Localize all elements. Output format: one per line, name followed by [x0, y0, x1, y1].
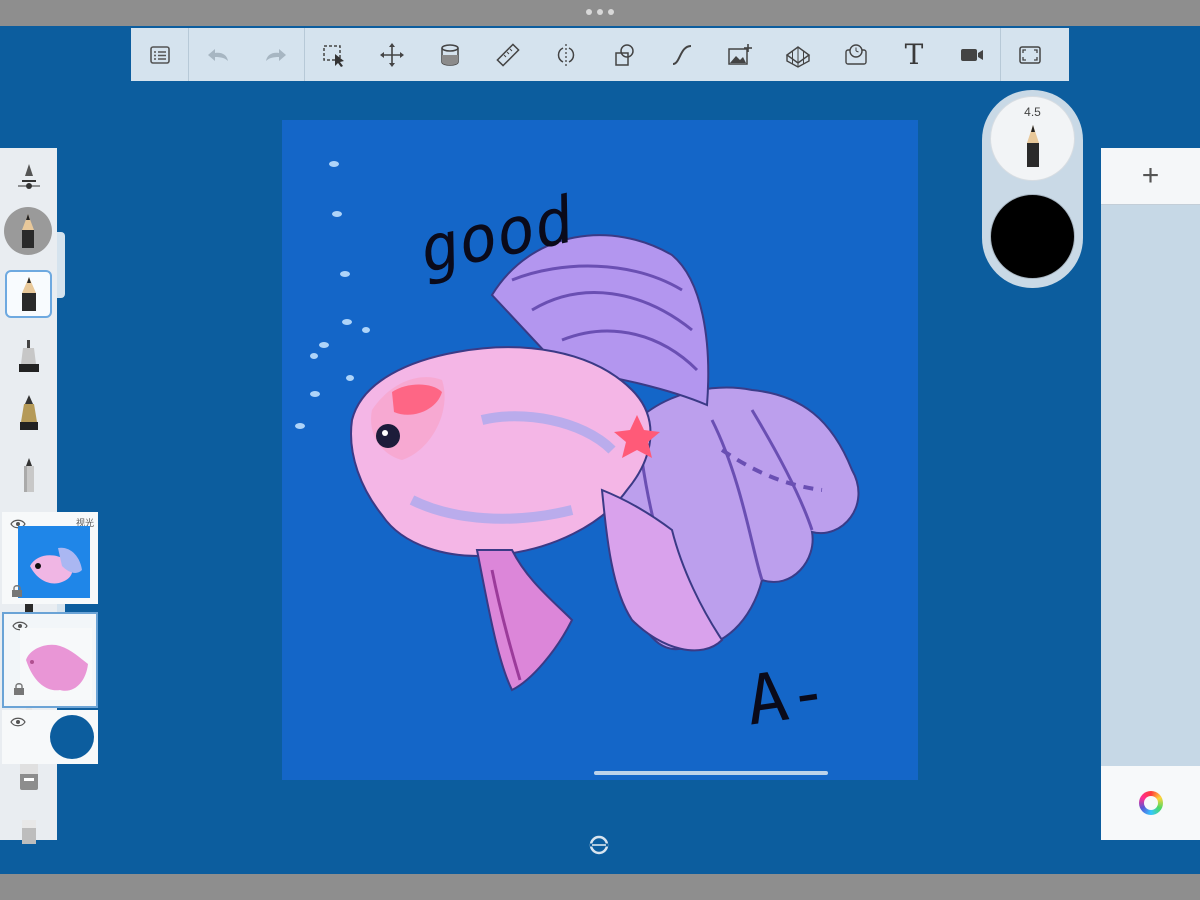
timelapse-button[interactable]: [827, 28, 885, 81]
symmetry-icon: [557, 43, 575, 66]
brush-smudge[interactable]: [0, 812, 57, 852]
layer-thumbnail: [18, 526, 90, 598]
multitask-handle[interactable]: [586, 8, 614, 16]
image-import-icon: [728, 43, 752, 65]
pencil-icon: [22, 214, 34, 248]
selection-tool-button[interactable]: [305, 28, 363, 81]
marker-icon: [23, 458, 34, 492]
brush-settings-icon: [17, 164, 40, 189]
layer-fish-reference[interactable]: 视光: [2, 512, 98, 604]
undo-button[interactable]: [189, 28, 247, 81]
color-editor-row: [1101, 766, 1200, 840]
bottom-bezel: [0, 874, 1200, 900]
ruler-icon: [496, 42, 520, 67]
brush-technical-pen[interactable]: [0, 336, 57, 376]
layer-background[interactable]: [2, 710, 98, 764]
symmetry-tool-button[interactable]: [537, 28, 595, 81]
fullscreen-icon: [1019, 45, 1041, 64]
drawing-canvas[interactable]: good A-: [282, 120, 918, 780]
lock-icon[interactable]: [13, 682, 25, 696]
fill-bucket-icon: [441, 43, 459, 66]
brush-puck: 4.5: [982, 90, 1083, 288]
transform-icon: [380, 42, 404, 67]
shapes-icon: [615, 43, 634, 66]
selection-icon: [323, 44, 344, 67]
home-indicator[interactable]: [594, 771, 828, 775]
brush-library-button[interactable]: [0, 158, 57, 198]
redo-icon: [265, 48, 286, 61]
fullscreen-button[interactable]: [1001, 28, 1059, 81]
pencil-icon: [1026, 125, 1039, 167]
color-wheel-icon[interactable]: [1138, 791, 1163, 815]
color-puck[interactable]: [990, 194, 1075, 279]
record-button[interactable]: [943, 28, 1001, 81]
redo-button[interactable]: [247, 28, 305, 81]
timelapse-icon: [845, 43, 867, 65]
ruler-tool-button[interactable]: [479, 28, 537, 81]
smudge-icon: [21, 820, 36, 844]
eye-icon[interactable]: [10, 716, 26, 728]
add-layer-button[interactable]: +: [1101, 148, 1200, 205]
status-bezel: [0, 0, 1200, 26]
handwriting-grade: A-: [741, 652, 833, 742]
background-color-swatch[interactable]: [50, 715, 94, 759]
gallery-list-button[interactable]: [131, 28, 189, 81]
artwork-goldfish: good A-: [282, 120, 918, 780]
brush-size-preview[interactable]: [4, 207, 52, 255]
text-icon: T: [904, 37, 924, 71]
perspective-grid-icon: [785, 45, 811, 68]
import-image-button[interactable]: [711, 28, 769, 81]
technical-pen-icon: [18, 340, 39, 372]
perspective-guide-button[interactable]: [769, 28, 827, 81]
shapes-tool-button[interactable]: [595, 28, 653, 81]
brush-marker[interactable]: [0, 454, 57, 494]
pencil-brush-icon: [21, 277, 36, 311]
brush-ink-pen[interactable]: [0, 392, 57, 432]
text-tool-button[interactable]: T: [885, 28, 943, 81]
brush-size-value: 4.5: [1024, 105, 1041, 119]
undo-icon: [208, 48, 228, 61]
transform-tool-button[interactable]: [363, 28, 421, 81]
brush-pencil-selected[interactable]: [5, 270, 52, 318]
curve-tool-button[interactable]: [653, 28, 711, 81]
curve-icon: [672, 44, 692, 65]
fill-tool-button[interactable]: [421, 28, 479, 81]
ink-pen-icon: [19, 395, 38, 430]
palette-resize-handle[interactable]: [57, 232, 65, 298]
layer-panel: +: [1101, 148, 1200, 840]
brush-size-puck[interactable]: 4.5: [990, 96, 1075, 181]
record-icon: [960, 48, 983, 61]
list-icon: [149, 45, 170, 64]
main-toolbar: T: [131, 28, 1069, 81]
toggle-ui-icon[interactable]: [588, 834, 610, 856]
layer-thumbnail: [20, 628, 92, 700]
lock-icon[interactable]: [11, 584, 23, 598]
layer-pink-paint[interactable]: [2, 612, 98, 708]
